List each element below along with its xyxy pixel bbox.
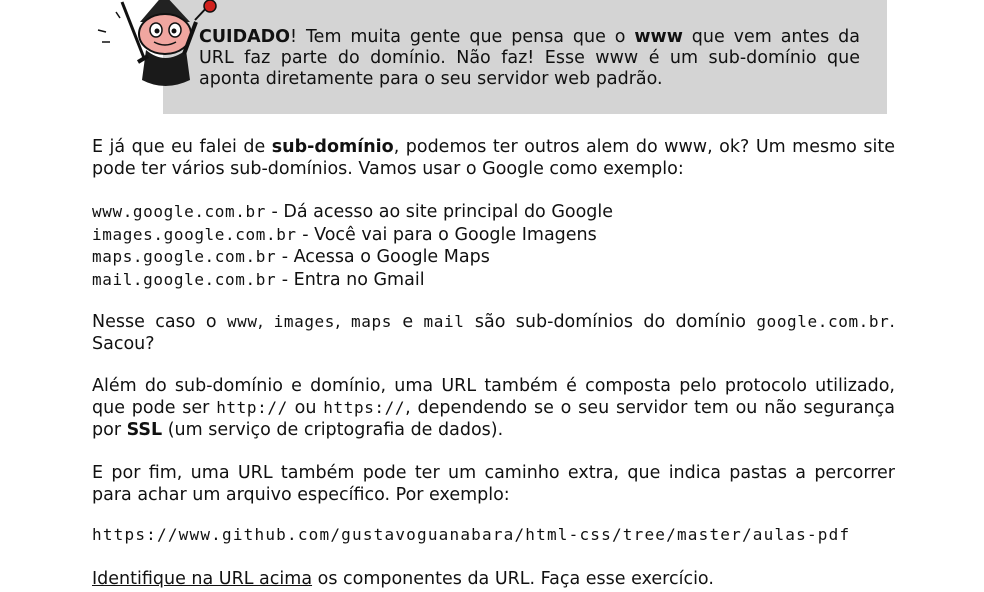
paragraph-exercise: Identifique na URL acima os componentes … — [92, 569, 714, 589]
paragraph-protocol: Além do sub-domínio e domínio, uma URL t… — [92, 376, 895, 440]
mascot-illustration — [97, 0, 217, 86]
list-item: mail.google.com.br - Entra no Gmail — [92, 269, 425, 290]
list-item: www.google.com.br - Dá acesso ao site pr… — [92, 202, 614, 222]
list-item: images.google.com.br - Você vai para o G… — [92, 224, 597, 245]
paragraph-subdomain-intro: E já que eu falei de sub-domínio, podemo… — [92, 137, 895, 179]
subdomain-list: www.google.com.br - Dá acesso ao site pr… — [92, 201, 613, 291]
paragraph-subdomain-summary: Nesse caso o www, images, maps e mail sã… — [92, 312, 895, 354]
callout-text: CUIDADO! Tem muita gente que pensa que o… — [199, 27, 860, 89]
list-item: maps.google.com.br - Acessa o Google Map… — [92, 247, 490, 267]
paragraph-path: E por fim, uma URL também pode ter um ca… — [92, 463, 895, 505]
example-url: https://www.github.com/gustavoguanabara/… — [92, 525, 851, 544]
warning-callout: CUIDADO! Tem muita gente que pensa que o… — [163, 0, 887, 114]
